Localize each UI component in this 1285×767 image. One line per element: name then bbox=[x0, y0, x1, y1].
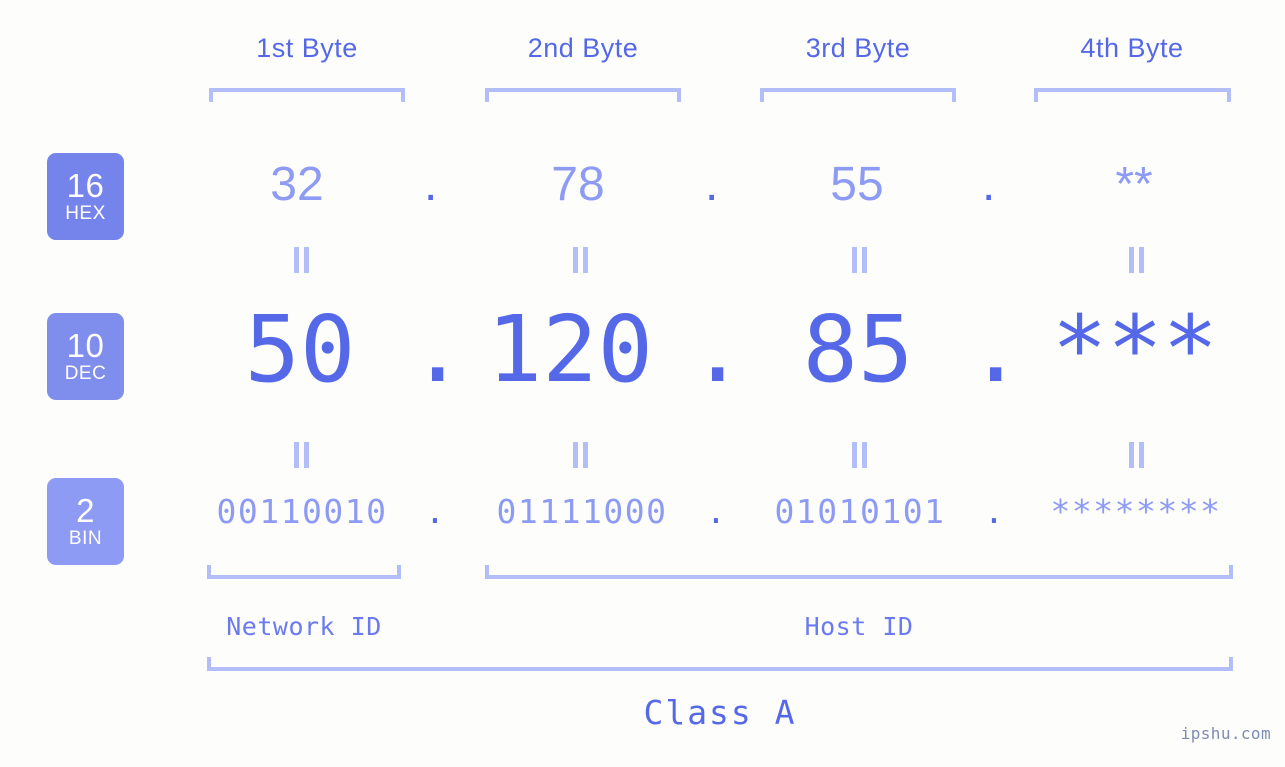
dec-byte-1: 50 bbox=[244, 296, 356, 403]
network-id-label: Network ID bbox=[226, 612, 382, 641]
hex-byte-3: 55 bbox=[830, 158, 884, 211]
bin-byte-3: 01010101 bbox=[774, 492, 946, 531]
bin-separator-1: . bbox=[425, 492, 445, 531]
class-bracket bbox=[207, 657, 1233, 671]
equals-mark-hex-dec-3 bbox=[849, 247, 869, 273]
byte-header-3: 3rd Byte bbox=[805, 33, 911, 63]
byte-header-2: 2nd Byte bbox=[527, 33, 639, 63]
dec-separator-3: . bbox=[968, 296, 1024, 403]
dec-byte-4: *** bbox=[1051, 296, 1219, 403]
byte-header-1: 1st Byte bbox=[256, 33, 358, 63]
equals-mark-dec-bin-1 bbox=[291, 442, 311, 468]
hex-byte-4: ** bbox=[1115, 158, 1153, 211]
ip-breakdown-diagram: 1st Byte 2nd Byte 3rd Byte 4th Byte 16 H… bbox=[0, 0, 1285, 767]
network-id-bracket bbox=[207, 565, 401, 579]
hex-byte-2: 78 bbox=[551, 158, 605, 211]
bin-separator-2: . bbox=[706, 492, 726, 531]
dec-row: 50 . 120 . 85 . *** bbox=[0, 290, 1285, 420]
equals-mark-hex-dec-4 bbox=[1126, 247, 1146, 273]
bin-separator-3: . bbox=[984, 492, 1004, 531]
host-id-bracket bbox=[485, 565, 1233, 579]
equals-mark-dec-bin-4 bbox=[1126, 442, 1146, 468]
hex-separator-2: . bbox=[705, 158, 719, 211]
hex-separator-1: . bbox=[424, 158, 438, 211]
dec-byte-3: 85 bbox=[802, 296, 914, 403]
dec-byte-2: 120 bbox=[486, 296, 654, 403]
equals-mark-dec-bin-3 bbox=[849, 442, 869, 468]
dec-separator-2: . bbox=[690, 296, 746, 403]
site-watermark: ipshu.com bbox=[1180, 724, 1271, 743]
host-id-label: Host ID bbox=[804, 612, 914, 641]
equals-mark-hex-dec-2 bbox=[570, 247, 590, 273]
bin-byte-1: 00110010 bbox=[216, 492, 388, 531]
hex-byte-1: 32 bbox=[270, 158, 324, 211]
equals-mark-dec-bin-2 bbox=[570, 442, 590, 468]
bin-row: 00110010 . 01111000 . 01010101 . *******… bbox=[0, 488, 1285, 554]
bin-byte-4: ******** bbox=[1050, 492, 1222, 531]
byte-bracket-2 bbox=[485, 88, 681, 102]
byte-bracket-3 bbox=[760, 88, 956, 102]
class-label: Class A bbox=[643, 693, 797, 732]
hex-separator-3: . bbox=[982, 158, 996, 211]
byte-header-4: 4th Byte bbox=[1080, 33, 1184, 63]
byte-bracket-4 bbox=[1034, 88, 1231, 102]
bin-byte-2: 01111000 bbox=[496, 492, 668, 531]
byte-bracket-1 bbox=[209, 88, 405, 102]
hex-row: 32 . 78 . 55 . ** bbox=[0, 150, 1285, 236]
equals-mark-hex-dec-1 bbox=[291, 247, 311, 273]
